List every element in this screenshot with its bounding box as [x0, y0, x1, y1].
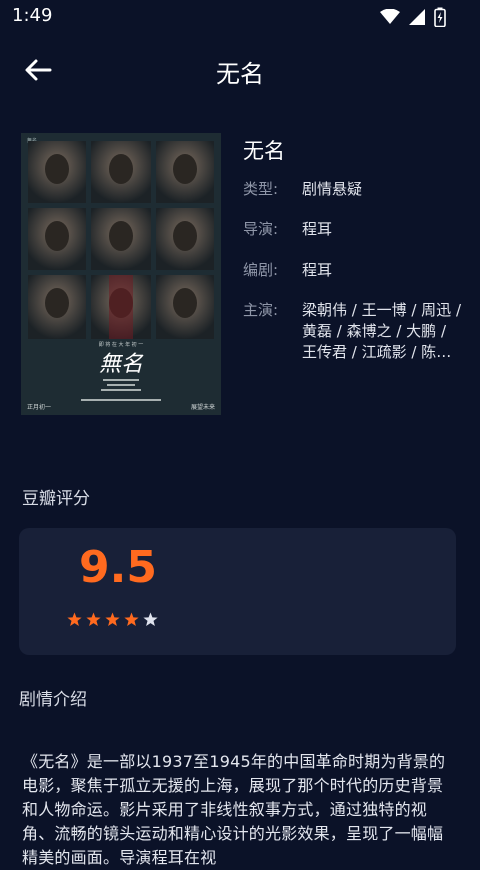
director-label: 导演: — [243, 220, 279, 238]
genre-label: 类型: — [243, 180, 279, 198]
signal-icon — [409, 9, 425, 25]
star-icon — [67, 612, 82, 626]
genre-value: 剧情悬疑 — [302, 180, 363, 198]
rating-card: 9.5 — [19, 528, 456, 655]
movie-info: 无名 类型: 剧情悬疑 导演: 程耳 编剧: 程耳 主演: 梁朝伟 / 王一博 … — [243, 133, 465, 361]
movie-poster[interactable]: 無名 即 将 在 — [21, 133, 221, 415]
star-icon — [105, 612, 120, 626]
wifi-icon — [380, 9, 400, 24]
poster-tagline: 即 将 在 大 年 初 一 — [99, 341, 144, 348]
battery-icon — [434, 7, 446, 27]
poster-date-right: 展望未来 — [191, 403, 215, 411]
cast-value: 梁朝伟 / 王一博 / 周迅 / 黄磊 / 森博之 / 大鹏 / 王传君 / 江… — [302, 301, 462, 361]
director-value: 程耳 — [302, 220, 333, 238]
cast-label: 主演: — [243, 301, 279, 319]
rating-stars — [67, 612, 158, 627]
star-icon — [143, 612, 158, 626]
status-time: 1:49 — [12, 5, 53, 26]
star-icon — [124, 612, 139, 626]
rating-section-title: 豆瓣评分 — [22, 489, 90, 509]
status-bar: 1:49 — [0, 0, 480, 34]
app-bar: 无名 — [0, 44, 480, 96]
poster-title: 無名 — [99, 352, 144, 377]
writer-label: 编剧: — [243, 261, 279, 279]
synopsis-section-title: 剧情介绍 — [19, 690, 87, 710]
rating-score: 9.5 — [79, 542, 157, 593]
poster-image: 無名 即 将 在 — [21, 133, 221, 415]
writer-value: 程耳 — [302, 261, 333, 279]
star-icon — [86, 612, 101, 626]
poster-date-left: 正月初一 — [27, 403, 51, 411]
page-title: 无名 — [216, 60, 264, 88]
synopsis-text: 《无名》是一部以1937至1945年的中国革命时期为背景的电影，聚焦于孤立无援的… — [22, 752, 446, 867]
status-icons — [380, 7, 446, 27]
movie-title: 无名 — [243, 139, 285, 163]
